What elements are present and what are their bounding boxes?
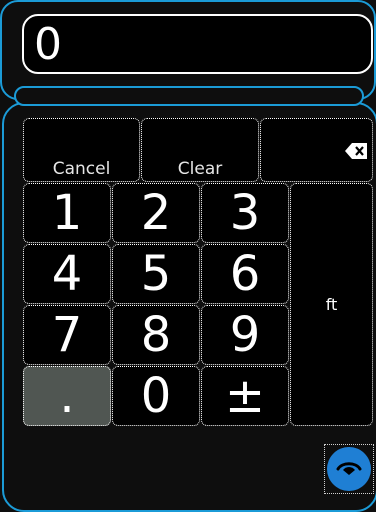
key-7[interactable]: 7 <box>23 305 111 365</box>
backspace-button[interactable] <box>260 118 373 182</box>
key-0[interactable]: 0 <box>112 366 200 426</box>
plus-minus-key[interactable]: ± <box>201 366 289 426</box>
slider-bar[interactable] <box>14 86 364 106</box>
key-9[interactable]: 9 <box>201 305 289 365</box>
key-6[interactable]: 6 <box>201 244 289 304</box>
clear-label: Clear <box>177 159 223 179</box>
cancel-button[interactable]: Cancel <box>23 118 140 182</box>
display-value: 0 <box>34 19 62 70</box>
clear-button[interactable]: Clear <box>141 118 259 182</box>
cancel-label: Cancel <box>52 159 111 179</box>
key-3[interactable]: 3 <box>201 183 289 243</box>
unit-label: ft <box>325 295 338 314</box>
backspace-icon <box>345 143 367 159</box>
key-8[interactable]: 8 <box>112 305 200 365</box>
eye-icon <box>336 462 362 475</box>
eye-button[interactable] <box>324 444 374 494</box>
unit-button[interactable]: ft <box>290 183 373 426</box>
eye-button-circle <box>327 447 371 491</box>
key-1[interactable]: 1 <box>23 183 111 243</box>
key-5[interactable]: 5 <box>112 244 200 304</box>
decimal-point-key[interactable]: . <box>23 366 111 426</box>
key-4[interactable]: 4 <box>23 244 111 304</box>
key-2[interactable]: 2 <box>112 183 200 243</box>
